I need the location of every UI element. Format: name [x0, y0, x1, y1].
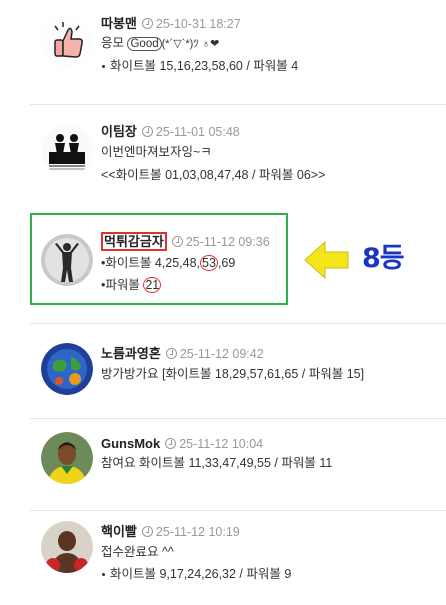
prisoner-avatar-icon	[41, 234, 93, 286]
matched-number-mark: 21	[143, 277, 162, 293]
author-name[interactable]: 먹튀감금자	[101, 232, 167, 251]
clock-icon	[171, 236, 183, 247]
clock-icon	[141, 526, 153, 537]
comment-header: 노름과영혼 25-11-12 09:42	[101, 346, 264, 362]
avatar[interactable]	[41, 521, 93, 573]
clock-icon	[165, 438, 177, 449]
comment-item: 핵이빨 25-11-12 10:19 접수완료요 ^^ 화이트볼 9,17,24,…	[0, 511, 446, 605]
author-name[interactable]: 이팀장	[101, 124, 137, 139]
comment-text: 이번엔마져보자잉~ㅋ	[101, 145, 212, 159]
clock-icon	[141, 126, 153, 137]
comment-item: 이팀장 25-11-01 05:48 이번엔마져보자잉~ㅋ <<화이트볼 01,0…	[0, 105, 446, 208]
rank-label: 8등	[362, 243, 405, 274]
author-name[interactable]: 노름과영혼	[101, 346, 161, 361]
comment-header: 따봉맨 25-10-31 18:27	[101, 16, 241, 32]
comment-item: GunsMok 25-11-12 10:04 참여요 화이트볼 11,33,47,…	[0, 419, 446, 511]
thumbs-up-icon	[41, 16, 93, 68]
comment-item: 노름과영혼 25-11-12 09:42 방가방가요 [화이트볼 18,29,57…	[0, 324, 446, 419]
comment-numbers: 화이트볼 15,16,23,58,60 / 파워볼 4	[101, 58, 298, 74]
comment-text: 참여요 화이트볼 11,33,47,49,55 / 파워볼 11	[101, 456, 333, 470]
author-name[interactable]: GunsMok	[101, 436, 160, 451]
good-emoticon: Good	[127, 37, 162, 51]
timestamp: 25-10-31 18:27	[155, 17, 241, 31]
comment-numbers: <<화이트볼 01,03,08,47,48 / 파워볼 06>>	[101, 168, 326, 182]
avatar[interactable]	[41, 432, 93, 484]
comment-numbers: 화이트볼 9,17,24,26,32 / 파워볼 9	[101, 566, 291, 582]
timestamp: 25-11-12 09:42	[179, 347, 264, 361]
globe-avatar-icon	[41, 343, 93, 395]
avatar[interactable]	[41, 343, 93, 395]
soccer-player-avatar-icon	[41, 432, 93, 484]
comment-header: 이팀장 25-11-01 05:48	[101, 124, 240, 140]
author-name[interactable]: 따봉맨	[101, 16, 137, 31]
comment-item: 따봉맨 25-10-31 18:27 응모 Good (*´▽`*)ﾂ ♁❤ 화이트…	[0, 0, 446, 105]
comment-header: 먹튀감금자 25-11-12 09:36	[101, 232, 270, 251]
timestamp: 25-11-12 09:36	[185, 235, 270, 249]
author-name[interactable]: 핵이빨	[101, 524, 137, 539]
clock-icon	[141, 18, 153, 29]
comment-text: 방가방가요 [화이트볼 18,29,57,61,65 / 파워볼 15]	[101, 367, 365, 381]
silhouette-avatar-icon	[41, 124, 93, 176]
left-arrow-icon	[304, 240, 349, 280]
comment-numbers: •화이트볼 4,25,48, 53,69	[101, 255, 236, 271]
timestamp: 25-11-12 10:04	[179, 437, 264, 451]
boxer-avatar-icon	[41, 521, 93, 573]
comment-header: GunsMok 25-11-12 10:04	[101, 436, 263, 452]
bullet-icon	[102, 65, 105, 69]
avatar[interactable]	[41, 124, 93, 176]
timestamp: 25-11-01 05:48	[155, 125, 240, 139]
comment-header: 핵이빨 25-11-12 10:19	[101, 524, 240, 540]
avatar[interactable]	[41, 234, 93, 286]
bullet-icon	[102, 573, 105, 577]
clock-icon	[165, 348, 177, 359]
comment-text: 응모 Good (*´▽`*)ﾂ ♁❤	[101, 36, 220, 51]
matched-number-mark: 53	[200, 255, 218, 271]
comment-text: 접수완료요 ^^	[101, 545, 174, 559]
comment-powerball: •파워볼 21	[101, 277, 162, 293]
timestamp: 25-11-12 10:19	[155, 525, 240, 539]
avatar[interactable]	[41, 16, 93, 68]
